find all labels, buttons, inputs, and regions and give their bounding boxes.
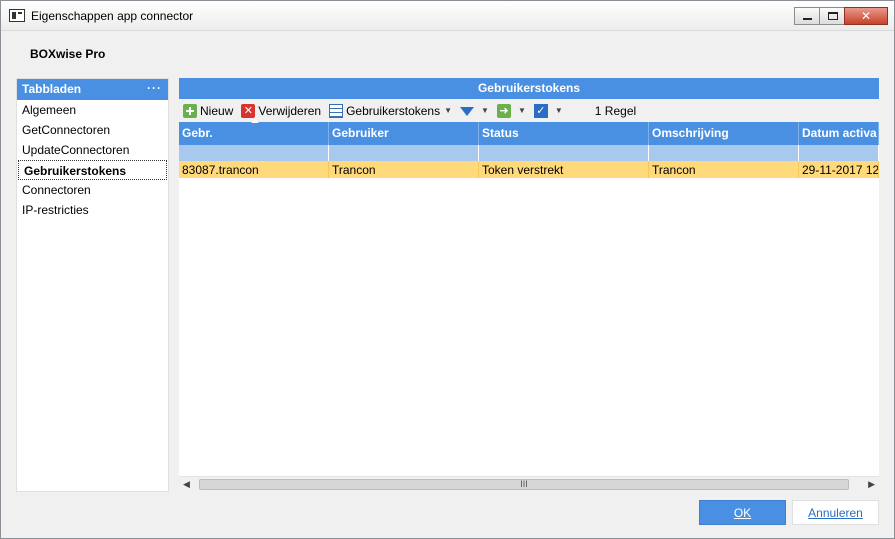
grid-header: Gebr. Gebruiker Status Omschrijving Datu… xyxy=(179,119,879,145)
new-button[interactable]: Nieuw xyxy=(183,103,234,118)
scroll-right-icon[interactable]: ▶ xyxy=(868,479,875,490)
sort-ascending-icon xyxy=(251,119,259,123)
dialog-window: Eigenschappen app connector ✕ BOXwise Pr… xyxy=(0,0,895,539)
filter-cell[interactable] xyxy=(479,145,649,161)
minimize-icon xyxy=(803,18,812,20)
minimize-button[interactable] xyxy=(794,7,820,25)
tab-updateconnectoren[interactable]: UpdateConnectoren xyxy=(17,140,168,160)
table-cell: 29-11-2017 12:3 xyxy=(799,161,879,178)
close-button[interactable]: ✕ xyxy=(844,7,888,25)
column-header-status[interactable]: Status xyxy=(479,122,649,145)
view-dropdown[interactable]: Gebruikerstokens ▼ xyxy=(329,103,453,118)
window-controls: ✕ xyxy=(794,7,888,25)
tab-algemeen[interactable]: Algemeen xyxy=(17,100,168,120)
column-header-gebruiker[interactable]: Gebruiker xyxy=(329,122,479,145)
filter-dropdown[interactable]: ▼ xyxy=(460,105,489,116)
checkbox-icon: ✓ xyxy=(533,103,548,118)
scroll-left-icon[interactable]: ◀ xyxy=(183,479,190,490)
window-title: Eigenschappen app connector xyxy=(31,9,194,23)
table-row[interactable]: 83087.trancon Trancon Token verstrekt Tr… xyxy=(179,161,879,178)
toolbar: Nieuw ✕ Verwijderen Gebruikerstokens ▼ ▼… xyxy=(179,99,879,122)
tabs-panel-header: Tabbladen ··· xyxy=(17,79,168,100)
export-dropdown[interactable]: ➜ ▼ xyxy=(496,103,526,118)
column-header-omschrijving[interactable]: Omschrijving xyxy=(649,122,799,145)
delete-button[interactable]: ✕ Verwijderen xyxy=(241,103,322,118)
select-dropdown[interactable]: ✓ ▼ xyxy=(533,103,563,118)
ok-button[interactable]: OK xyxy=(699,500,786,525)
filter-cell[interactable] xyxy=(799,145,879,161)
more-options-icon[interactable]: ··· xyxy=(147,81,162,95)
chevron-down-icon: ▼ xyxy=(481,106,489,115)
chevron-down-icon: ▼ xyxy=(444,106,453,115)
horizontal-scrollbar[interactable]: ◀ III ▶ xyxy=(179,476,879,492)
filter-cell[interactable] xyxy=(179,145,329,161)
table-cell: Trancon xyxy=(329,161,479,178)
row-count: 1 Regel xyxy=(594,103,637,118)
content-panel-title: Gebruikerstokens xyxy=(179,78,879,99)
cancel-button[interactable]: Annuleren xyxy=(792,500,879,525)
app-window-icon xyxy=(9,9,25,22)
chevron-down-icon: ▼ xyxy=(517,106,526,115)
table-cell: 83087.trancon xyxy=(179,161,329,178)
grid-view-icon xyxy=(329,103,344,118)
tokens-grid: Gebr. Gebruiker Status Omschrijving Datu… xyxy=(179,119,879,178)
delete-button-label: Verwijderen xyxy=(258,103,322,118)
cancel-button-label: Annuleren xyxy=(808,506,863,520)
app-name: BOXwise Pro xyxy=(30,47,106,61)
scrollbar-thumb[interactable]: III xyxy=(199,479,849,490)
filter-cell[interactable] xyxy=(329,145,479,161)
tab-gebruikerstokens[interactable]: Gebruikerstokens xyxy=(18,160,167,180)
content-panel: Gebruikerstokens Nieuw ✕ Verwijderen Geb… xyxy=(179,78,879,492)
maximize-button[interactable] xyxy=(819,7,845,25)
tab-getconnectoren[interactable]: GetConnectoren xyxy=(17,120,168,140)
close-icon: ✕ xyxy=(860,9,872,23)
delete-icon: ✕ xyxy=(241,103,256,118)
ok-button-label: OK xyxy=(733,506,752,520)
table-cell: Token verstrekt xyxy=(479,161,649,178)
new-button-label: Nieuw xyxy=(200,103,234,118)
tab-ip-restricties[interactable]: IP-restricties xyxy=(17,200,168,220)
filter-row xyxy=(179,145,879,161)
table-cell: Trancon xyxy=(649,161,799,178)
plus-icon xyxy=(183,103,197,118)
maximize-icon xyxy=(828,12,838,20)
filter-icon xyxy=(460,107,475,116)
arrow-right-icon: ➜ xyxy=(496,103,511,118)
chevron-down-icon: ▼ xyxy=(554,106,563,115)
title-bar[interactable]: Eigenschappen app connector ✕ xyxy=(1,1,894,31)
filter-cell[interactable] xyxy=(649,145,799,161)
column-header-gebr[interactable]: Gebr. xyxy=(179,122,329,145)
tabs-panel: Tabbladen ··· Algemeen GetConnectoren Up… xyxy=(16,78,169,492)
column-header-datum[interactable]: Datum activa xyxy=(799,122,879,145)
view-dropdown-label: Gebruikerstokens xyxy=(346,103,441,118)
tab-connectoren[interactable]: Connectoren xyxy=(17,180,168,200)
tabs-panel-title: Tabbladen xyxy=(22,82,82,96)
